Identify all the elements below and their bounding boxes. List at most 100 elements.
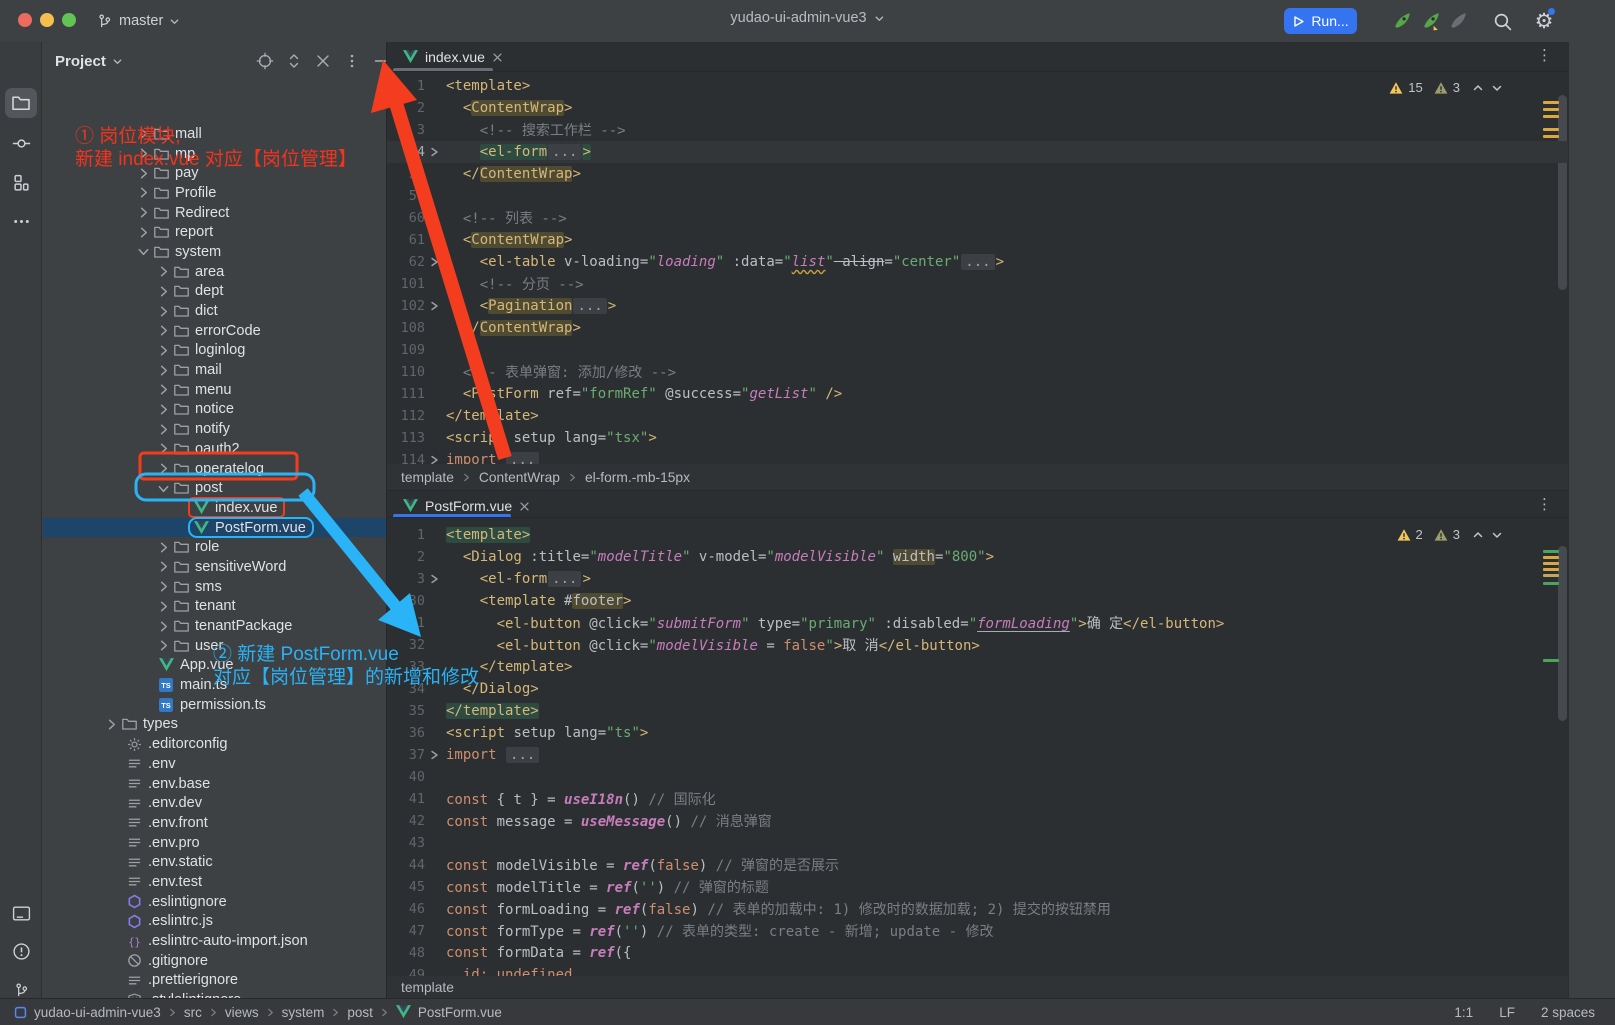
tree-item-tenant[interactable]: tenant (43, 597, 386, 617)
statusbar-path-segment[interactable]: src (184, 1005, 202, 1020)
code-line-35[interactable]: 35</template> (387, 700, 1568, 722)
tree-item-dict[interactable]: dict (43, 301, 386, 321)
plugin-rocket-run-icon[interactable] (1389, 9, 1415, 33)
caret-position[interactable]: 1:1 (1454, 1005, 1473, 1020)
code-line-61[interactable]: 61 <ContentWrap> (387, 229, 1568, 251)
code-line-47[interactable]: 47const formType = ref('') // 表单的类型: cre… (387, 920, 1568, 942)
commit-tool-button[interactable] (5, 128, 37, 158)
tree-item-report[interactable]: report (43, 222, 386, 242)
tree-item-postform-vue[interactable]: PostForm.vue (43, 518, 386, 538)
chevron-right-icon[interactable] (135, 126, 152, 142)
chevron-right-icon[interactable] (155, 382, 172, 398)
code-line-108[interactable]: 108 </ContentWrap> (387, 317, 1568, 339)
breadcrumb-segment[interactable]: template (401, 980, 454, 995)
chevron-right-icon[interactable] (155, 362, 172, 378)
code-line-111[interactable]: 111 <PostForm ref="formRef" @success="ge… (387, 383, 1568, 405)
code-line-112[interactable]: 112</template> (387, 405, 1568, 427)
breadcrumb-segment[interactable]: template (401, 470, 454, 485)
project-tool-button[interactable] (5, 88, 37, 118)
tree-item--editorconfig[interactable]: .editorconfig (43, 734, 386, 754)
tree-item-operatelog[interactable]: operatelog (43, 459, 386, 479)
tree-item--env-dev[interactable]: .env.dev (43, 793, 386, 813)
chevron-right-icon[interactable] (155, 559, 172, 575)
tree-item-pay[interactable]: pay (43, 163, 386, 183)
tree-item-loginlog[interactable]: loginlog (43, 341, 386, 361)
code-line-46[interactable]: 46const formLoading = ref(false) // 表单的加… (387, 898, 1568, 920)
tree-item-app-vue[interactable]: App.vue (43, 656, 386, 676)
collapse-all-button[interactable] (313, 51, 333, 71)
tree-item-types[interactable]: types (43, 715, 386, 735)
select-opened-file-button[interactable] (255, 51, 275, 71)
close-icon[interactable] (519, 501, 530, 512)
code-line-32[interactable]: 32 <el-button @click="modelVisible = fal… (387, 634, 1568, 656)
statusbar-path-segment[interactable]: yudao-ui-admin-vue3 (34, 1005, 161, 1020)
git-branch-selector[interactable]: master (88, 8, 188, 34)
statusbar-path-segment[interactable]: post (347, 1005, 373, 1020)
tree-item-mail[interactable]: mail (43, 360, 386, 380)
code-line-40[interactable]: 40 (387, 766, 1568, 788)
statusbar-path-segment[interactable]: system (282, 1005, 325, 1020)
structure-tool-button[interactable] (5, 167, 37, 197)
chevron-down-icon[interactable] (155, 480, 172, 496)
code-line-113[interactable]: 113<script setup lang="tsx"> (387, 427, 1568, 449)
tree-item-index-vue[interactable]: index.vue (43, 498, 386, 518)
tree-item-dept[interactable]: dept (43, 282, 386, 302)
code-line-3[interactable]: 3 <el-form...> (387, 568, 1568, 590)
tree-item--env-static[interactable]: .env.static (43, 852, 386, 872)
code-line-110[interactable]: 110 <!-- 表单弹窗: 添加/修改 --> (387, 361, 1568, 383)
code-line-102[interactable]: 102 <Pagination...> (387, 295, 1568, 317)
chevron-right-icon[interactable] (103, 716, 120, 732)
breadcrumb-segment[interactable]: ContentWrap (479, 470, 560, 485)
top-breadcrumbs[interactable]: template ContentWrap el-form.-mb-15px (387, 464, 1568, 490)
tree-item-system[interactable]: system (43, 242, 386, 262)
plugin-rocket-debug-icon[interactable] (1418, 9, 1444, 33)
statusbar-path[interactable]: yudao-ui-admin-vue3srcviewssystempostPos… (14, 1005, 502, 1020)
code-line-114[interactable]: 114import ... (387, 449, 1568, 464)
tree-item-area[interactable]: area (43, 262, 386, 282)
tree-item-user[interactable]: user (43, 636, 386, 656)
code-line-1[interactable]: 1<template> (387, 75, 1568, 97)
tree-item--eslintignore[interactable]: .eslintignore (43, 892, 386, 912)
chevron-right-icon[interactable] (155, 283, 172, 299)
tree-item--eslintrc-auto-import-json[interactable]: {}.eslintrc-auto-import.json (43, 931, 386, 951)
close-icon[interactable] (492, 52, 503, 63)
code-line-37[interactable]: 37import ... (387, 744, 1568, 766)
tree-item-profile[interactable]: Profile (43, 183, 386, 203)
chevron-right-icon[interactable] (155, 598, 172, 614)
chevron-right-icon[interactable] (155, 303, 172, 319)
chevron-right-icon[interactable] (135, 146, 152, 162)
code-line-101[interactable]: 101 <!-- 分页 --> (387, 273, 1568, 295)
code-line-36[interactable]: 36<script setup lang="ts"> (387, 722, 1568, 744)
hide-panel-button[interactable] (371, 51, 386, 71)
code-line-60[interactable]: 60 <!-- 列表 --> (387, 207, 1568, 229)
project-title-selector[interactable]: yudao-ui-admin-vue3 (730, 10, 884, 26)
chevron-right-icon[interactable] (155, 401, 172, 417)
run-button[interactable]: Run... (1284, 8, 1357, 34)
tree-item--prettierignore[interactable]: .prettierignore (43, 971, 386, 991)
tree-item--env[interactable]: .env (43, 754, 386, 774)
tree-item-role[interactable]: role (43, 537, 386, 557)
code-line-58[interactable]: 58 </ContentWrap> (387, 163, 1568, 185)
tree-item--env-front[interactable]: .env.front (43, 813, 386, 833)
macos-close-button[interactable] (18, 13, 32, 27)
code-line-44[interactable]: 44const modelVisible = ref(false) // 弹窗的… (387, 854, 1568, 876)
chevron-right-icon[interactable] (135, 185, 152, 201)
tree-item-sms[interactable]: sms (43, 577, 386, 597)
tree-item-tenantpackage[interactable]: tenantPackage (43, 616, 386, 636)
chevron-right-icon[interactable] (155, 323, 172, 339)
editor-options-button[interactable]: ⋮ (1537, 46, 1552, 64)
code-line-48[interactable]: 48const formData = ref({ (387, 942, 1568, 964)
chevron-right-icon[interactable] (135, 165, 152, 181)
breadcrumb-segment[interactable]: el-form.-mb-15px (585, 470, 690, 485)
chevron-right-icon[interactable] (155, 264, 172, 280)
tree-item-menu[interactable]: menu (43, 380, 386, 400)
code-line-62[interactable]: 62 <el-table v-loading="loading" :data="… (387, 251, 1568, 273)
tree-item--env-base[interactable]: .env.base (43, 774, 386, 794)
tree-item-errorcode[interactable]: errorCode (43, 321, 386, 341)
code-line-31[interactable]: 31 <el-button @click="submitForm" type="… (387, 612, 1568, 634)
tree-item-sensitiveword[interactable]: sensitiveWord (43, 557, 386, 577)
tree-item--env-pro[interactable]: .env.pro (43, 833, 386, 853)
tree-item-redirect[interactable]: Redirect (43, 203, 386, 223)
chevron-right-icon[interactable] (135, 205, 152, 221)
bottom-editor[interactable]: 2 3 1<template>2 <Dialog :title="modelTi… (387, 518, 1568, 976)
